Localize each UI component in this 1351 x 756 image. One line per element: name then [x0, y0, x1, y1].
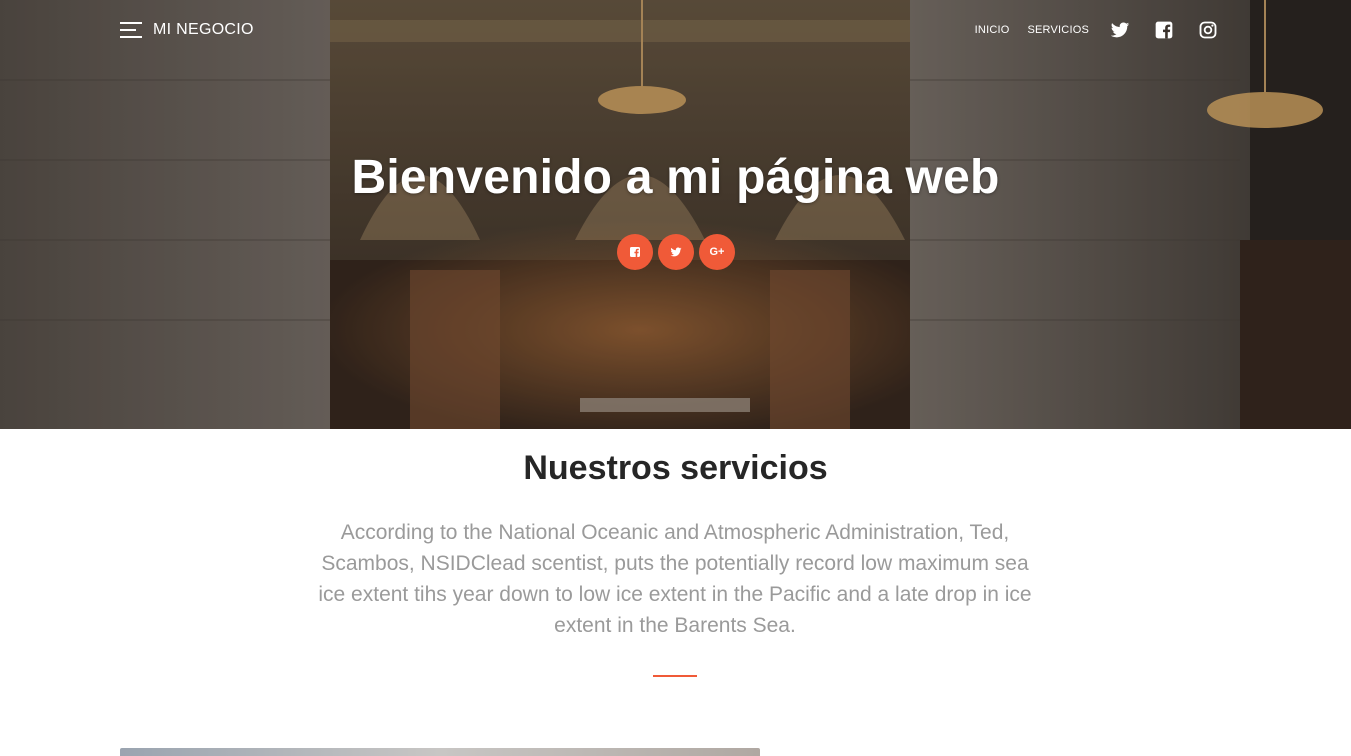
google-plus-share-button[interactable]: G+ [699, 234, 735, 270]
nav-links: INICIO SERVICIOS [975, 24, 1089, 36]
service-card-image [120, 748, 760, 756]
nav-social-icons [1110, 20, 1218, 40]
services-section: Nuestros servicios According to the Nati… [0, 429, 1351, 756]
instagram-icon[interactable] [1198, 20, 1218, 40]
services-description: According to the National Oceanic and At… [318, 521, 1032, 637]
section-divider [653, 675, 697, 677]
brand-logo-link[interactable]: MI NEGOCIO [153, 21, 254, 39]
hero-overlay [0, 0, 1351, 429]
facebook-icon[interactable] [1154, 20, 1174, 40]
hamburger-menu-icon[interactable] [120, 21, 142, 39]
twitter-icon[interactable] [1110, 20, 1130, 40]
hero-title: Bienvenido a mi página web [351, 151, 1000, 204]
top-navbar: MI NEGOCIO INICIO SERVICIOS [0, 0, 1351, 62]
google-plus-icon: G+ [709, 246, 725, 258]
hero-social-buttons: G+ [617, 234, 735, 270]
services-title: Nuestros servicios [523, 449, 828, 487]
twitter-share-button[interactable] [658, 234, 694, 270]
nav-link-servicios[interactable]: SERVICIOS [1027, 24, 1089, 36]
twitter-icon [670, 247, 682, 257]
nav-link-inicio[interactable]: INICIO [975, 24, 1010, 36]
facebook-icon [630, 247, 640, 257]
hero-banner: MI NEGOCIO INICIO SERVICIOS Bienvenido a… [0, 0, 1351, 429]
facebook-share-button[interactable] [617, 234, 653, 270]
